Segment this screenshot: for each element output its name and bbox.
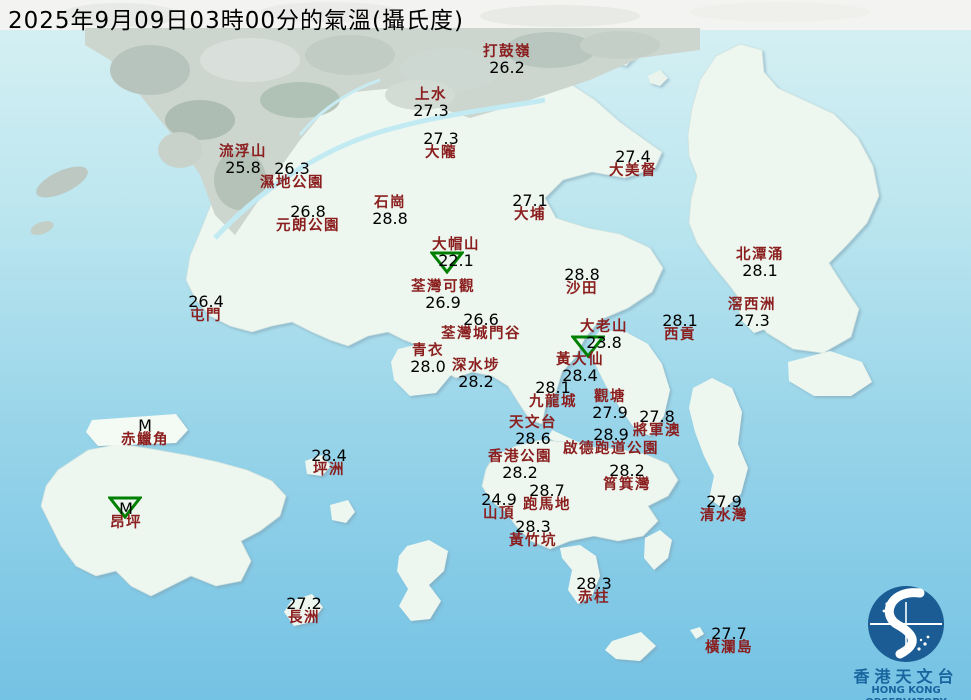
station-label: 27.1 大埔 (512, 193, 548, 223)
station-value: 26.4 (188, 292, 224, 311)
station-name: 清水灣 (700, 508, 748, 524)
station-name: 坪洲 (313, 462, 345, 478)
station-value: 22.1 (438, 251, 474, 270)
station-name: 大美督 (609, 163, 657, 179)
station-label: 28.7 跑馬地 (523, 483, 571, 513)
station-value: 28.1 (742, 261, 778, 280)
station-name: 荃灣城門谷 (441, 326, 521, 342)
station-value: 27.9 (706, 492, 742, 511)
station-label: M 昂坪 (110, 501, 142, 531)
station-label: 28.3 赤柱 (576, 576, 612, 606)
station-label: 26.6 荃灣城門谷 (441, 312, 521, 342)
station-label: 觀塘 27.9 (592, 390, 628, 422)
station-value: 27.1 (512, 191, 548, 210)
station-value: 28.1 (662, 311, 698, 330)
station-name: 濕地公園 (260, 175, 324, 191)
station-value: 28.2 (609, 461, 645, 480)
station-name: 昂坪 (110, 515, 142, 531)
station-name: 黃竹坑 (509, 533, 557, 549)
station-label: 石崗 28.8 (372, 196, 408, 228)
station-name: 沙田 (566, 281, 598, 297)
station-value: 28.1 (535, 378, 571, 397)
station-label: M 赤鱲角 (121, 418, 169, 448)
station-label: 大帽山 22.1 (432, 238, 480, 270)
station-label: 大老山 23.8 (580, 320, 628, 352)
station-value: 28.7 (529, 481, 565, 500)
station-label: 上水 27.3 (413, 88, 449, 120)
station-label: 28.1 九龍城 (529, 380, 577, 410)
station-value: 28.3 (515, 517, 551, 536)
station-value: M (138, 416, 152, 435)
station-name: 大埔 (514, 207, 546, 223)
station-name: 赤鱲角 (121, 432, 169, 448)
page-title: 2025年9月09日03時00分的氣溫(攝氏度) (8, 8, 464, 34)
station-label: 天文台 28.6 (509, 416, 557, 448)
station-name: 元朗公園 (276, 218, 340, 234)
station-value: 28.4 (311, 446, 347, 465)
station-label: 27.7 橫瀾島 (705, 626, 753, 656)
station-label: 26.3 濕地公園 (260, 161, 324, 191)
station-value: 23.8 (586, 333, 622, 352)
station-name: 屯門 (190, 308, 222, 324)
station-value: 26.6 (463, 310, 499, 329)
hko-logo-icon (868, 586, 944, 662)
station-value: 28.6 (515, 429, 551, 448)
station-label: 28.1 西貢 (662, 313, 698, 343)
station-name: 啟德跑道公園 (563, 441, 659, 457)
station-label: 24.9 山頂 (481, 492, 517, 522)
temperature-map: 2025年9月09日03時00分的氣溫(攝氏度) 打鼓嶺 26.2 上水 27.3 27… (0, 0, 971, 700)
station-name: 九龍城 (529, 394, 577, 410)
station-label: 打鼓嶺 26.2 (483, 45, 531, 77)
station-value: 26.9 (425, 293, 461, 312)
station-name: 跑馬地 (523, 497, 571, 513)
station-name: 筲箕灣 (603, 477, 651, 493)
station-name: 大隴 (425, 145, 457, 161)
station-label: 荃灣可觀 26.9 (411, 280, 475, 312)
station-value: 27.3 (413, 101, 449, 120)
station-value: 27.7 (711, 624, 747, 643)
station-name: 赤柱 (578, 590, 610, 606)
station-label: 26.4 屯門 (188, 294, 224, 324)
station-name: 橫瀾島 (705, 640, 753, 656)
hko-logo: 香港天文台 HONG KONG OBSERVATORY (843, 582, 969, 700)
hko-logo-chinese: 香港天文台 (853, 667, 959, 686)
station-label: 香港公園 28.2 (488, 450, 552, 482)
station-value: 28.2 (458, 372, 494, 391)
station-label: 28.2 筲箕灣 (603, 463, 651, 493)
station-value: 28.9 (593, 425, 629, 444)
station-label: 27.4 大美督 (609, 149, 657, 179)
station-label: 28.3 黃竹坑 (509, 519, 557, 549)
stations-layer: 打鼓嶺 26.2 上水 27.3 27.3 大隴 27.4 大美督 27.1 大埔 石崗 28.8 流浮… (0, 0, 971, 700)
station-label: 青衣 28.0 (410, 344, 446, 376)
station-value: 28.2 (502, 463, 538, 482)
station-label: 深水埗 28.2 (452, 359, 500, 391)
hko-logo-english: HONG KONG OBSERVATORY (865, 685, 947, 700)
station-name: 長洲 (288, 610, 320, 626)
station-value: 27.2 (286, 594, 322, 613)
station-value: 24.9 (481, 490, 517, 509)
station-value: M (119, 499, 133, 518)
station-label: 28.8 沙田 (564, 267, 600, 297)
station-value: 26.2 (489, 58, 525, 77)
station-label: 北潭涌 28.1 (736, 248, 784, 280)
station-label: 26.8 元朗公園 (276, 204, 340, 234)
station-label: 28.4 坪洲 (311, 448, 347, 478)
station-value: 28.8 (564, 265, 600, 284)
station-value: 27.3 (734, 311, 770, 330)
station-value: 27.3 (423, 129, 459, 148)
station-name: 西貢 (664, 327, 696, 343)
station-value: 26.3 (274, 159, 310, 178)
station-value: 27.9 (592, 403, 628, 422)
station-label: 28.9 啟德跑道公園 (563, 427, 659, 457)
station-value: 28.0 (410, 357, 446, 376)
station-label: 27.2 長洲 (286, 596, 322, 626)
station-value: 27.8 (639, 407, 675, 426)
station-value: 26.8 (290, 202, 326, 221)
station-label: 27.3 大隴 (423, 131, 459, 161)
station-label: 27.9 清水灣 (700, 494, 748, 524)
station-label: 滘西洲 27.3 (728, 298, 776, 330)
station-value: 28.8 (372, 209, 408, 228)
station-value: 28.3 (576, 574, 612, 593)
station-value: 27.4 (615, 147, 651, 166)
